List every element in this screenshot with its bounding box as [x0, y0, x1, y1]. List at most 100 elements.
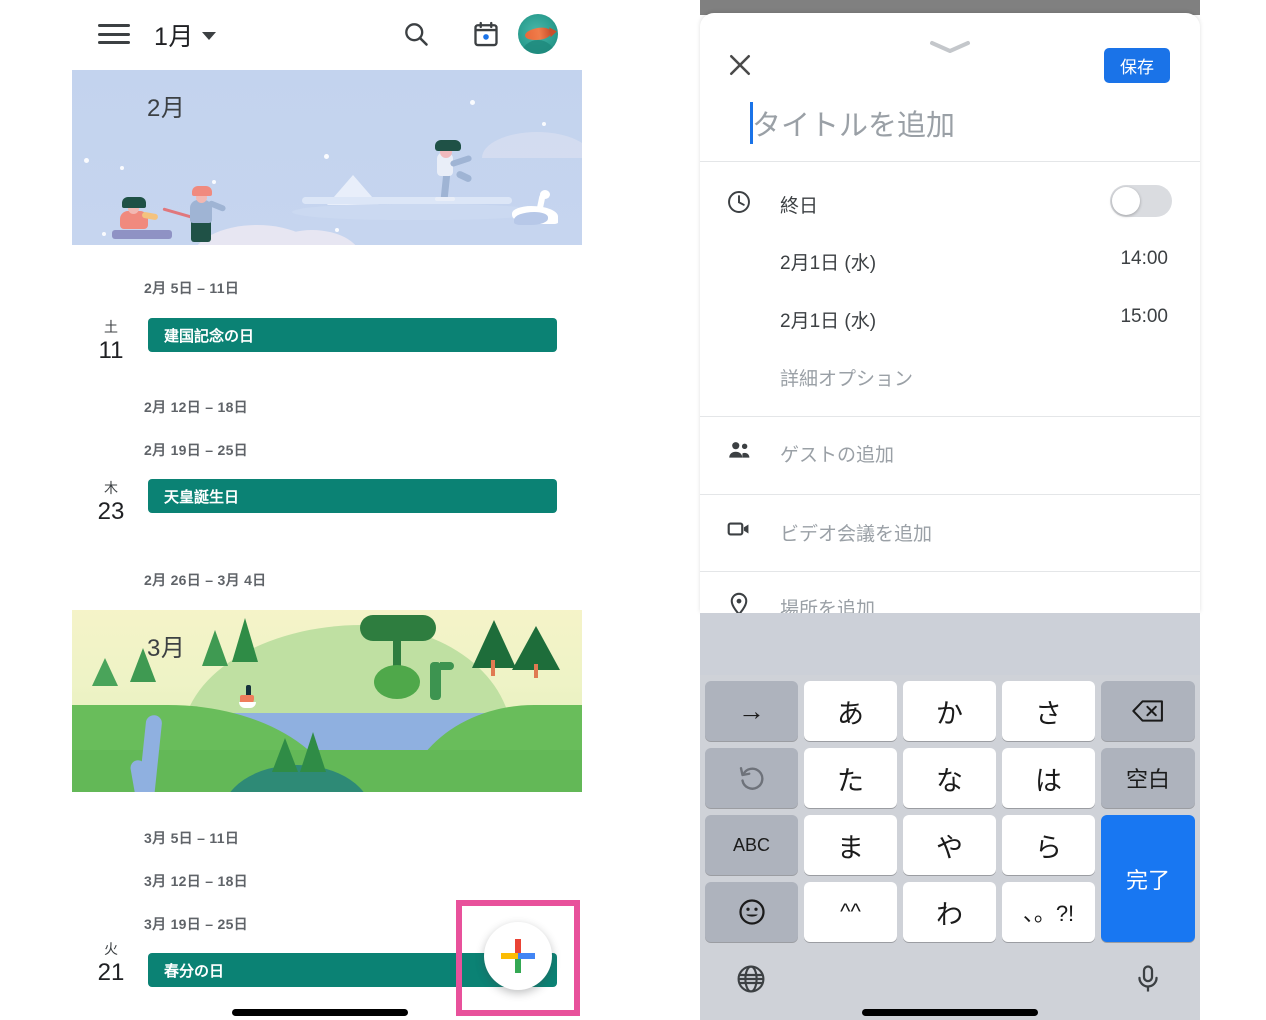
week-range-label: 2月 5日 – 11日 [144, 280, 240, 296]
cactus-arm [440, 662, 454, 670]
video-camera-icon [726, 516, 752, 542]
key-cursor-right[interactable]: → [705, 681, 798, 741]
event-day-number: 23 [97, 498, 125, 525]
key-done[interactable]: 完了 [1101, 815, 1195, 942]
snowflake [470, 100, 475, 105]
chevron-down-handle-icon[interactable] [928, 40, 972, 54]
microphone-icon[interactable] [1132, 963, 1164, 995]
key-ka-row[interactable]: か [903, 681, 996, 741]
suggestion-strip[interactable] [700, 613, 1200, 675]
save-button[interactable]: 保存 [1104, 48, 1170, 83]
month-banner-march: 3月 [72, 610, 582, 792]
pine-tree [300, 732, 326, 772]
key-ya-row[interactable]: や [903, 815, 996, 875]
more-options-link[interactable]: 詳細オプション [780, 364, 913, 391]
puller-hat [192, 186, 212, 196]
pine-tree [202, 630, 228, 666]
key-wa-row[interactable]: わ [903, 882, 996, 942]
avatar[interactable] [518, 14, 558, 54]
week-range-label: 3月 19日 – 25日 [144, 916, 248, 932]
week-range-label: 3月 5日 – 11日 [144, 830, 240, 846]
event-bottom-sheet: 保存 タイトルを追加 終日 2月1日 (水) 14:00 2月1日 (水) 15… [700, 13, 1200, 620]
key-undo[interactable] [705, 748, 798, 808]
all-day-label: 終日 [780, 196, 819, 217]
close-icon[interactable] [726, 51, 754, 79]
week-range-label: 2月 19日 – 25日 [144, 442, 248, 458]
key-ra-row[interactable]: ら [1002, 815, 1095, 875]
key-a-row[interactable]: あ [804, 681, 897, 741]
google-plus-icon-horizontal [501, 953, 535, 959]
key-ma-row[interactable]: ま [804, 815, 897, 875]
snowflake [102, 232, 106, 236]
calendar-today-icon[interactable] [472, 20, 500, 48]
skater-blade [435, 197, 455, 201]
event-title-input[interactable]: タイトルを追加 [752, 99, 1152, 147]
event-day-column: 木 23 [90, 479, 132, 527]
big-tree-bush [374, 665, 420, 699]
event-day-column: 土 11 [90, 318, 132, 366]
key-abc-mode[interactable]: ABC [705, 815, 798, 875]
big-tree-canopy [360, 615, 436, 641]
start-date-label[interactable]: 2月1日 (水) [780, 248, 876, 275]
key-ta-row[interactable]: た [804, 748, 897, 808]
end-date-label[interactable]: 2月1日 (水) [780, 306, 876, 333]
snowflake [324, 154, 329, 159]
swan-wing [514, 212, 548, 225]
search-icon[interactable] [402, 20, 430, 48]
japanese-keyboard: → あ か さ た な は 空白 ABC ま や ら 完了 ^^ わ 、。?! [700, 613, 1200, 1020]
key-emoji[interactable] [705, 882, 798, 942]
all-day-toggle[interactable] [1110, 185, 1172, 217]
add-video-conference-label[interactable]: ビデオ会議を追加 [780, 519, 932, 546]
caret-down-icon[interactable] [202, 32, 216, 40]
event-chip[interactable]: 建国記念の日 [148, 318, 557, 352]
snowflake [212, 180, 216, 184]
screenshot-root: 1月 2月 2月 5日 – 11日 土 11 建国記念の日 2月 12日 – 1… [0, 0, 1266, 1020]
event-day-of-week: 火 [104, 941, 118, 957]
create-event-fab[interactable] [484, 922, 552, 990]
divider [700, 571, 1200, 572]
snowflake [335, 228, 339, 232]
banner-title-march: 3月 [147, 635, 186, 662]
people-icon [726, 437, 752, 463]
start-time-value[interactable]: 14:00 [1120, 248, 1168, 270]
snowflake [542, 122, 546, 126]
key-punctuation[interactable]: 、。?! [1002, 882, 1095, 942]
right-phone-event-editor: 保存 タイトルを追加 終日 2月1日 (水) 14:00 2月1日 (水) 15… [700, 0, 1200, 1020]
event-day-of-week: 木 [104, 480, 118, 496]
current-month-label[interactable]: 1月 [154, 17, 194, 53]
home-indicator [862, 1009, 1038, 1016]
event-chip[interactable]: 天皇誕生日 [148, 479, 557, 513]
snowflake [120, 166, 124, 170]
toggle-knob [1112, 187, 1140, 215]
swan-head [540, 190, 550, 199]
key-na-row[interactable]: な [903, 748, 996, 808]
event-day-number: 11 [98, 337, 124, 364]
divider [700, 161, 1200, 162]
key-ha-row[interactable]: は [1002, 748, 1095, 808]
avatar-fish [524, 26, 552, 42]
month-banner-february: 2月 [72, 70, 582, 245]
cloud [482, 132, 582, 158]
left-phone-calendar-screen: 1月 2月 2月 5日 – 11日 土 11 建国記念の日 2月 12日 – 1… [0, 0, 636, 1020]
key-space[interactable]: 空白 [1101, 748, 1195, 808]
language-globe-icon[interactable] [735, 963, 767, 995]
week-range-label: 2月 26日 – 3月 4日 [144, 572, 267, 588]
end-time-value[interactable]: 15:00 [1120, 306, 1168, 328]
snowflake [84, 158, 89, 163]
pine-tree [272, 738, 298, 772]
calendar-app-bar: 1月 [72, 0, 582, 68]
pine-tree-trunk [534, 664, 538, 678]
event-day-of-week: 土 [104, 319, 118, 335]
add-guests-label[interactable]: ゲストの追加 [780, 440, 894, 467]
sled-base [112, 230, 172, 239]
banner-title-february: 2月 [147, 95, 186, 122]
divider [700, 416, 1200, 417]
skater-back-leg [455, 169, 473, 184]
divider [700, 494, 1200, 495]
pine-tree [232, 618, 258, 662]
key-kaomoji[interactable]: ^^ [804, 882, 897, 942]
hamburger-menu-icon[interactable] [98, 24, 130, 44]
skater-arm [449, 154, 473, 168]
key-backspace[interactable] [1101, 681, 1195, 741]
key-sa-row[interactable]: さ [1002, 681, 1095, 741]
